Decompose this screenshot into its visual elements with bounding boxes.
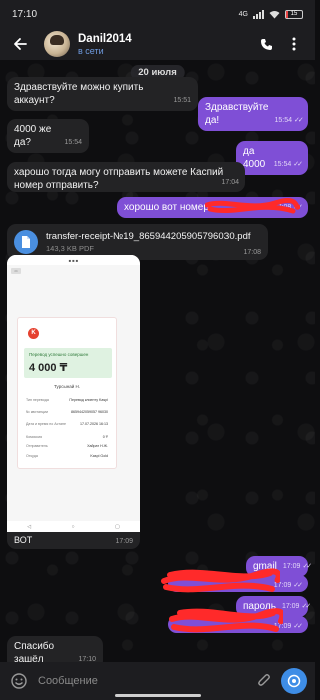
message-time: 15:51 [173,97,191,104]
file-name: transfer-receipt-№19_8659442059057960З0.… [46,231,251,242]
message-outgoing[interactable]: пароль 17:09 ✓✓ [236,596,311,617]
screenshot-top-bar: ■ ■ ■ [7,255,140,265]
network-label: 4G [238,10,248,18]
phone-icon [260,38,272,50]
receipt-row: Тип перевода Перевод клиенту Kaspi [26,398,108,402]
message-time: 17:09 [281,603,300,610]
message-text: gmail [253,561,277,572]
message-time: 17:09 [273,623,292,630]
status-bar: 17:10 4G 15 [0,0,315,28]
status-icons: 4G 15 [238,9,303,19]
more-vertical-icon [292,37,296,51]
recipient-name: Турсынай Н. [54,384,80,389]
call-button[interactable] [255,33,277,55]
attach-button[interactable] [253,670,275,692]
message-text: пароль [243,601,276,612]
contact-status: в сети [78,45,104,56]
receipt-row: № квитанции 8659442059057 96030 [26,410,108,414]
voice-button[interactable] [281,668,307,694]
back-button[interactable] [10,34,30,54]
message-list[interactable]: 20 июля Здравствуйте можно купить аккаун… [0,60,315,670]
message-text: хорошо вот номер [124,202,209,213]
message-incoming[interactable]: 4000 же да? 15:54 [7,119,89,153]
screenshot-nav-bar: ◁ ○ ▢ [7,521,140,532]
message-time: 15:54 [274,117,293,124]
battery-icon: 15 [285,9,303,19]
kaspi-logo: K [28,328,39,339]
signal-icon [253,9,264,19]
contact-name: Danil2014 [78,32,132,45]
photo-message[interactable]: ■ ■ ■ ▭ K Перевод успешно совершен 4 000… [7,255,140,549]
message-time: 17:09 [282,563,301,570]
message-input[interactable] [38,675,253,687]
message-incoming[interactable]: харошо тогда могу отправить можете Каспи… [7,162,245,192]
message-outgoing[interactable]: да 4000 15:54 ✓✓ [236,141,308,175]
contact-info[interactable]: Danil2014 в сети [78,33,249,56]
message-outgoing[interactable]: Здравствуйте да! 15:54 ✓✓ [198,97,308,131]
camera-round-icon [287,674,301,688]
message-text: 4000 же да? [14,124,52,148]
status-time: 17:10 [12,8,38,20]
message-time: 15:54 [64,139,82,146]
message-outgoing[interactable]: gmail 17:09 ✓✓ [246,556,312,577]
message-outgoing[interactable]: хорошо вот номер 17:08 ✓✓ [117,197,308,218]
read-checks-icon: ✓✓ [301,603,311,610]
message-time: 17:09 [115,538,133,545]
screenshot-tag: ▭ [11,268,21,274]
composer [0,662,315,700]
message-text: Здравствуйте можно купить аккаунт? [14,82,144,106]
message-outgoing-redacted[interactable]: 17:09 ✓✓ [168,616,308,633]
wifi-icon [269,10,280,18]
success-box: Перевод успешно совершен 4 000 ₸ [24,348,112,378]
success-label: Перевод успешно совершен [29,352,89,357]
file-size: 143,3 KB PDF [46,244,94,253]
battery-level: 15 [290,10,298,17]
message-time: 17:08 [243,249,261,256]
message-time: 17:04 [221,179,239,186]
receipt-row: Отправитель Хайрат Н.Ж. [26,444,108,448]
message-time: 17:08 [273,204,292,211]
message-time: 15:54 [273,161,292,168]
message-time: 17:09 [273,582,292,589]
receipt-card: K Перевод успешно совершен 4 000 ₸ Турсы… [17,317,117,469]
message-outgoing-redacted[interactable]: 17:09 ✓✓ [168,575,308,592]
read-checks-icon: ✓✓ [293,582,303,589]
receipt-screenshot[interactable]: ■ ■ ■ ▭ K Перевод успешно совершен 4 000… [7,255,140,532]
receipt-row: Дата и время по Астане 17.07.2026 16:13 [26,422,108,426]
document-icon[interactable] [14,230,38,254]
arrow-left-icon [14,38,27,50]
message-text: Здравствуйте да! [205,102,269,126]
read-checks-icon: ✓✓ [302,563,312,570]
home-indicator [114,694,201,697]
paperclip-icon [258,674,270,686]
read-checks-icon: ✓✓ [293,161,303,168]
smiley-icon [11,673,27,689]
chat-header: Danil2014 в сети [0,28,315,60]
message-text: харошо тогда могу отправить можете Каспи… [14,167,224,191]
message-incoming[interactable]: Здравствуйте можно купить аккаунт? 15:51 [7,77,198,111]
avatar[interactable] [44,31,70,57]
receipt-row: Комиссия 0 ₸ [26,435,108,439]
read-checks-icon: ✓✓ [293,204,303,211]
emoji-button[interactable] [8,670,30,692]
photo-caption: ВОТ [14,535,33,545]
receipt-row: Откуда Kaspi Gold [26,454,108,458]
transfer-amount: 4 000 ₸ [29,362,68,374]
more-button[interactable] [283,33,305,55]
read-checks-icon: ✓✓ [294,117,304,124]
message-text: да 4000 [243,146,266,170]
read-checks-icon: ✓✓ [293,623,303,630]
